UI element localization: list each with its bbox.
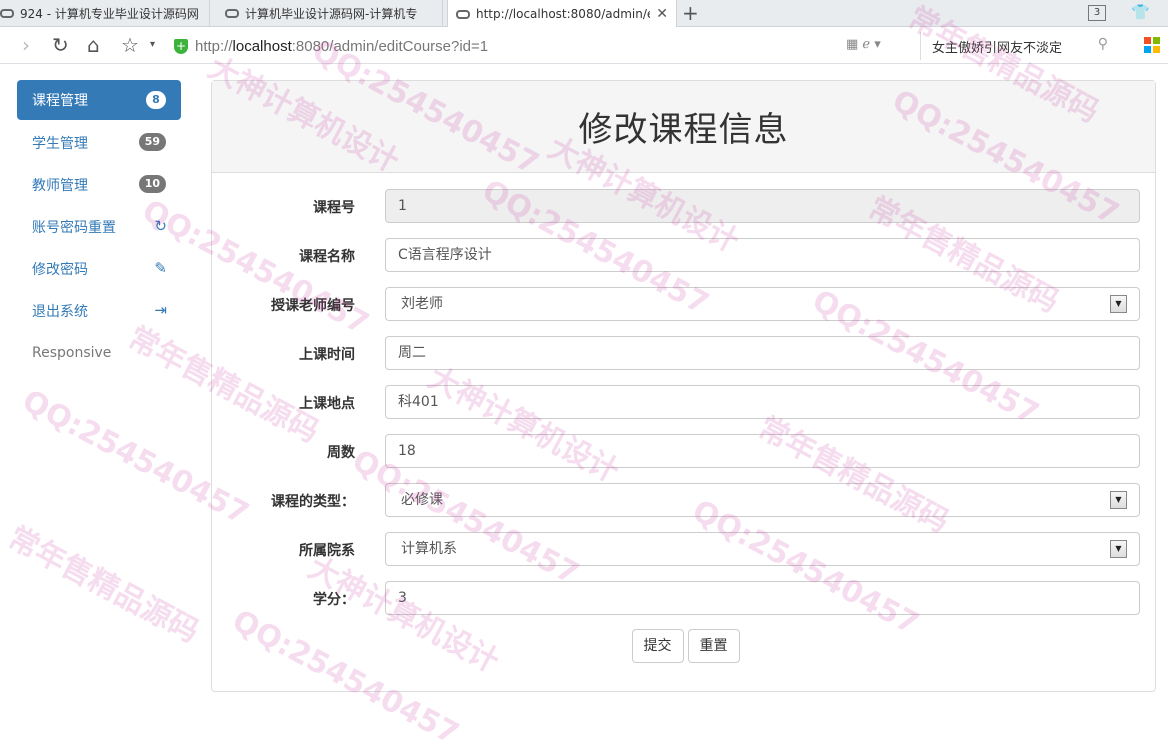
count-badge: 59 <box>138 133 166 151</box>
search-input[interactable]: 女主傲娇引网友不淡定 ⚲ <box>920 32 1116 60</box>
form-row-class-time: 上课时间 周二 <box>212 336 1157 370</box>
skin-icon[interactable]: 👕 <box>1131 3 1150 21</box>
reset-button[interactable]: 重置 <box>687 629 740 663</box>
form-row-weeks: 周数 18 <box>212 434 1157 468</box>
form-row-course-type: 课程的类型： 必修课 ▼ <box>212 483 1157 517</box>
course-id-field: 1 <box>385 189 1140 223</box>
selected-value: 刘老师 <box>401 296 443 312</box>
tab-favicon-icon <box>456 9 470 19</box>
form-row-teacher: 授课老师编号 刘老师 ▼ <box>212 287 1157 321</box>
apps-grid-icon[interactable] <box>1144 37 1160 53</box>
selected-value: 必修课 <box>401 492 443 508</box>
form-row-credits: 学分： 3 <box>212 581 1157 615</box>
field-label: 学分： <box>313 592 355 608</box>
new-tab-icon[interactable]: + <box>682 2 699 24</box>
form-row-location: 上课地点 科401 <box>212 385 1157 419</box>
field-label: 课程号 <box>313 200 355 216</box>
field-label: 课程名称 <box>299 249 355 265</box>
field-label: 所属院系 <box>299 543 355 559</box>
form-row-department: 所属院系 计算机系 ▼ <box>212 532 1157 566</box>
page-title: 修改课程信息 <box>578 110 789 150</box>
location-field[interactable]: 科401 <box>385 385 1140 419</box>
browser-tab-strip: 924 - 计算机专业毕业设计源码网 计算机毕业设计源码网-计算机专 http:… <box>0 0 1168 28</box>
count-badge: 8 <box>146 91 166 109</box>
url-field[interactable]: + http://localhost:8080/admin/editCourse… <box>174 33 914 59</box>
sidebar-item-course-management[interactable]: 课程管理 8 <box>17 80 181 120</box>
form-actions: 提交 重置 <box>212 629 1157 663</box>
reload-icon[interactable]: ↻ <box>52 33 69 57</box>
form-row-course-name: 课程名称 C语言程序设计 <box>212 238 1157 272</box>
panel-heading: 修改课程信息 <box>212 81 1155 173</box>
qr-ie-icons[interactable]: ▦ ℯ ▾ <box>846 37 881 52</box>
watermark-text: 常年售精品源码 <box>2 520 205 650</box>
sidebar-item-change-password[interactable]: 修改密码 ✎ <box>17 248 181 290</box>
field-label: 课程的类型： <box>271 494 355 510</box>
department-select[interactable]: 计算机系 ▼ <box>385 532 1140 566</box>
search-suggestion: 女主傲娇引网友不淡定 <box>932 40 1063 56</box>
sidebar-item-label: Responsive <box>32 345 112 361</box>
sidebar-item-responsive[interactable]: Responsive <box>17 332 181 374</box>
search-icon[interactable]: ⚲ <box>1098 36 1108 52</box>
sidebar-item-teacher-management[interactable]: 教师管理 10 <box>17 164 181 206</box>
pencil-icon: ✎ <box>154 259 167 277</box>
tab-favicon-icon <box>0 9 14 18</box>
sidebar-item-label: 修改密码 <box>32 262 88 278</box>
weeks-field[interactable]: 18 <box>385 434 1140 468</box>
teacher-select[interactable]: 刘老师 ▼ <box>385 287 1140 321</box>
tab-favicon-icon <box>225 9 239 18</box>
form-row-course-id: 课程号 1 <box>212 189 1157 223</box>
course-name-field[interactable]: C语言程序设计 <box>385 238 1140 272</box>
sidebar-item-student-management[interactable]: 学生管理 59 <box>17 122 181 164</box>
class-time-field[interactable]: 周二 <box>385 336 1140 370</box>
chevron-down-icon[interactable]: ▼ <box>1110 491 1127 509</box>
course-type-select[interactable]: 必修课 ▼ <box>385 483 1140 517</box>
sidebar-item-logout[interactable]: 退出系统 ⇥ <box>17 290 181 332</box>
count-badge: 10 <box>138 175 166 193</box>
tab-title: 计算机毕业设计源码网-计算机专 <box>245 7 418 21</box>
sidebar-item-label: 课程管理 <box>32 93 88 109</box>
browser-tab-active[interactable]: http://localhost:8080/admin/e ✕ <box>447 0 677 28</box>
sidebar-item-label: 退出系统 <box>32 304 88 320</box>
selected-value: 计算机系 <box>401 541 457 557</box>
chevron-down-icon[interactable]: ▼ <box>1110 540 1127 558</box>
browser-tab[interactable]: 计算机毕业设计源码网-计算机专 <box>217 0 443 27</box>
address-toolbar: › ↻ ⌂ ☆ ▾ + http://localhost:8080/admin/… <box>0 27 1168 64</box>
submit-button[interactable]: 提交 <box>631 629 684 663</box>
refresh-icon: ↻ <box>154 217 167 235</box>
forward-icon[interactable]: › <box>22 33 30 57</box>
security-shield-icon: + <box>174 38 188 54</box>
home-icon[interactable]: ⌂ <box>87 33 100 57</box>
sidebar-nav: 课程管理 8 学生管理 59 教师管理 10 账号密码重置 ↻ 修改密码 ✎ 退… <box>17 80 181 374</box>
field-label: 上课时间 <box>299 347 355 363</box>
browser-tab[interactable]: 924 - 计算机专业毕业设计源码网 <box>0 0 210 27</box>
field-label: 授课老师编号 <box>271 298 355 314</box>
logout-icon: ⇥ <box>154 301 167 319</box>
url-text[interactable]: http://localhost:8080/admin/editCourse?i… <box>195 38 488 55</box>
credits-field[interactable]: 3 <box>385 581 1140 615</box>
field-label: 上课地点 <box>299 396 355 412</box>
tab-count-badge[interactable]: 3 <box>1088 5 1106 21</box>
sidebar-item-label: 教师管理 <box>32 178 88 194</box>
sidebar-item-label: 账号密码重置 <box>32 220 116 236</box>
close-tab-icon[interactable]: ✕ <box>656 6 668 22</box>
bookmark-star-icon[interactable]: ☆ <box>121 33 139 57</box>
sidebar-item-label: 学生管理 <box>32 136 88 152</box>
tab-title: 924 - 计算机专业毕业设计源码网 <box>20 7 199 21</box>
chevron-down-icon[interactable]: ▾ <box>150 33 155 57</box>
chevron-down-icon[interactable]: ▼ <box>1110 295 1127 313</box>
sidebar-item-password-reset[interactable]: 账号密码重置 ↻ <box>17 206 181 248</box>
tab-title: http://localhost:8080/admin/e <box>476 7 651 21</box>
field-label: 周数 <box>327 445 355 461</box>
edit-course-panel: 修改课程信息 课程号 1 课程名称 C语言程序设计 授课老师编号 刘老师 ▼ 上… <box>211 80 1156 692</box>
